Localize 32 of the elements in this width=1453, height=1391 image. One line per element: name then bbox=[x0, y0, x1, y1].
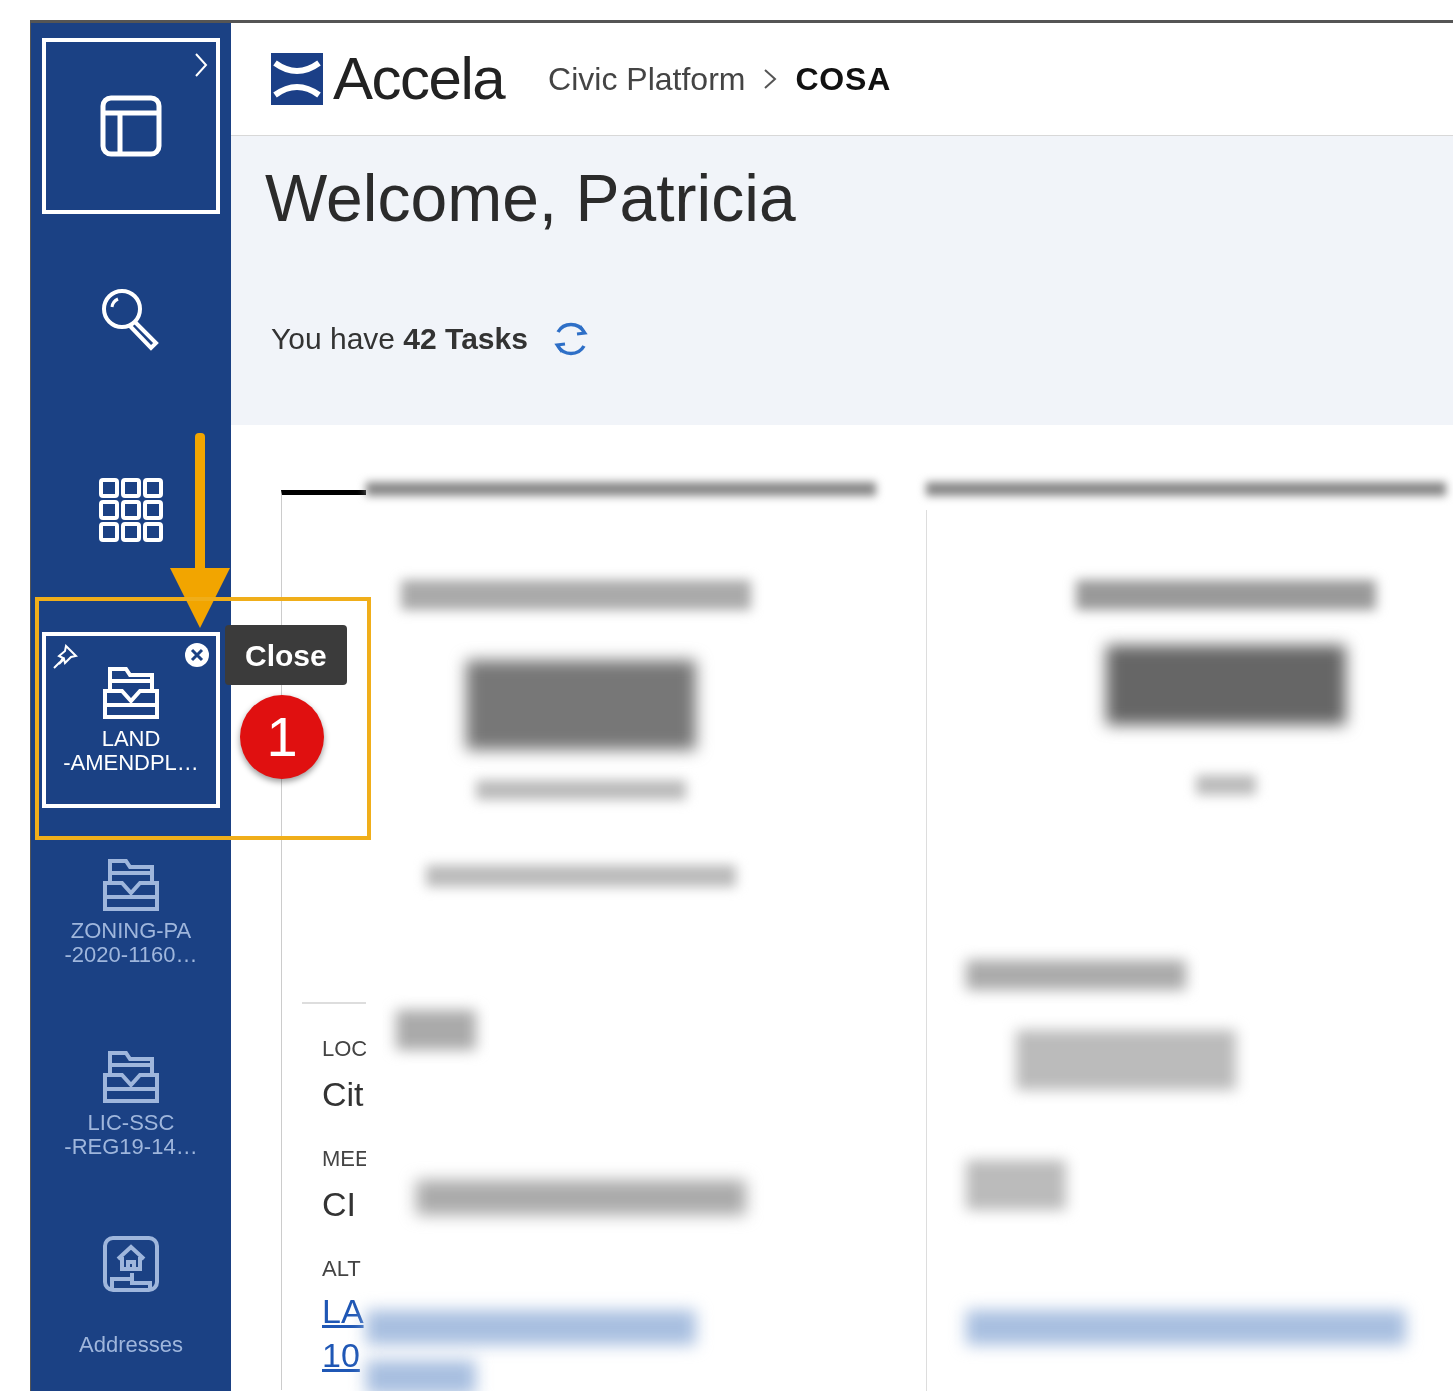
pin-icon[interactable] bbox=[52, 644, 78, 670]
field-label: MEE bbox=[322, 1145, 371, 1173]
house-map-icon bbox=[102, 1235, 160, 1293]
task-count: You have 42 Tasks bbox=[271, 321, 528, 357]
folder-tray-icon bbox=[102, 1049, 160, 1105]
record-label: LIC-SSC -REG19-14… bbox=[64, 1111, 198, 1159]
field-label: LOC bbox=[322, 1035, 369, 1063]
field-value: CI bbox=[322, 1184, 357, 1225]
close-tooltip: Close bbox=[225, 625, 347, 685]
breadcrumb-current: COSA bbox=[795, 60, 892, 99]
record-label: ZONING-PA -2020-1160… bbox=[64, 919, 198, 967]
folder-tray-icon bbox=[102, 857, 160, 913]
layout-icon bbox=[98, 93, 164, 159]
record-tab[interactable]: LAND -AMENDPL… bbox=[42, 632, 220, 808]
logo-text: Accela bbox=[333, 49, 505, 109]
folder-tray-icon bbox=[102, 665, 160, 721]
chevron-right-icon bbox=[763, 67, 778, 91]
record-link[interactable]: LA 10 bbox=[322, 1289, 364, 1377]
close-icon[interactable] bbox=[184, 642, 210, 668]
record-tab[interactable]: ZONING-PA -2020-1160… bbox=[42, 824, 220, 1000]
grid-icon bbox=[98, 477, 164, 543]
breadcrumb-link[interactable]: Civic Platform bbox=[548, 55, 746, 103]
record-tab[interactable]: LIC-SSC -REG19-14… bbox=[42, 1016, 220, 1192]
sidebar-item[interactable]: Addresses bbox=[42, 1208, 220, 1384]
sidebar-item[interactable] bbox=[42, 38, 220, 214]
record-label: LAND -AMENDPL… bbox=[63, 727, 199, 775]
logo-icon bbox=[271, 53, 323, 105]
field-label: ALT bbox=[322, 1255, 362, 1283]
record-label: Addresses bbox=[79, 1333, 183, 1357]
chevron-right-icon[interactable] bbox=[194, 52, 208, 78]
welcome-heading: Welcome, Patricia bbox=[265, 160, 797, 237]
field-value: Cit bbox=[322, 1074, 365, 1115]
